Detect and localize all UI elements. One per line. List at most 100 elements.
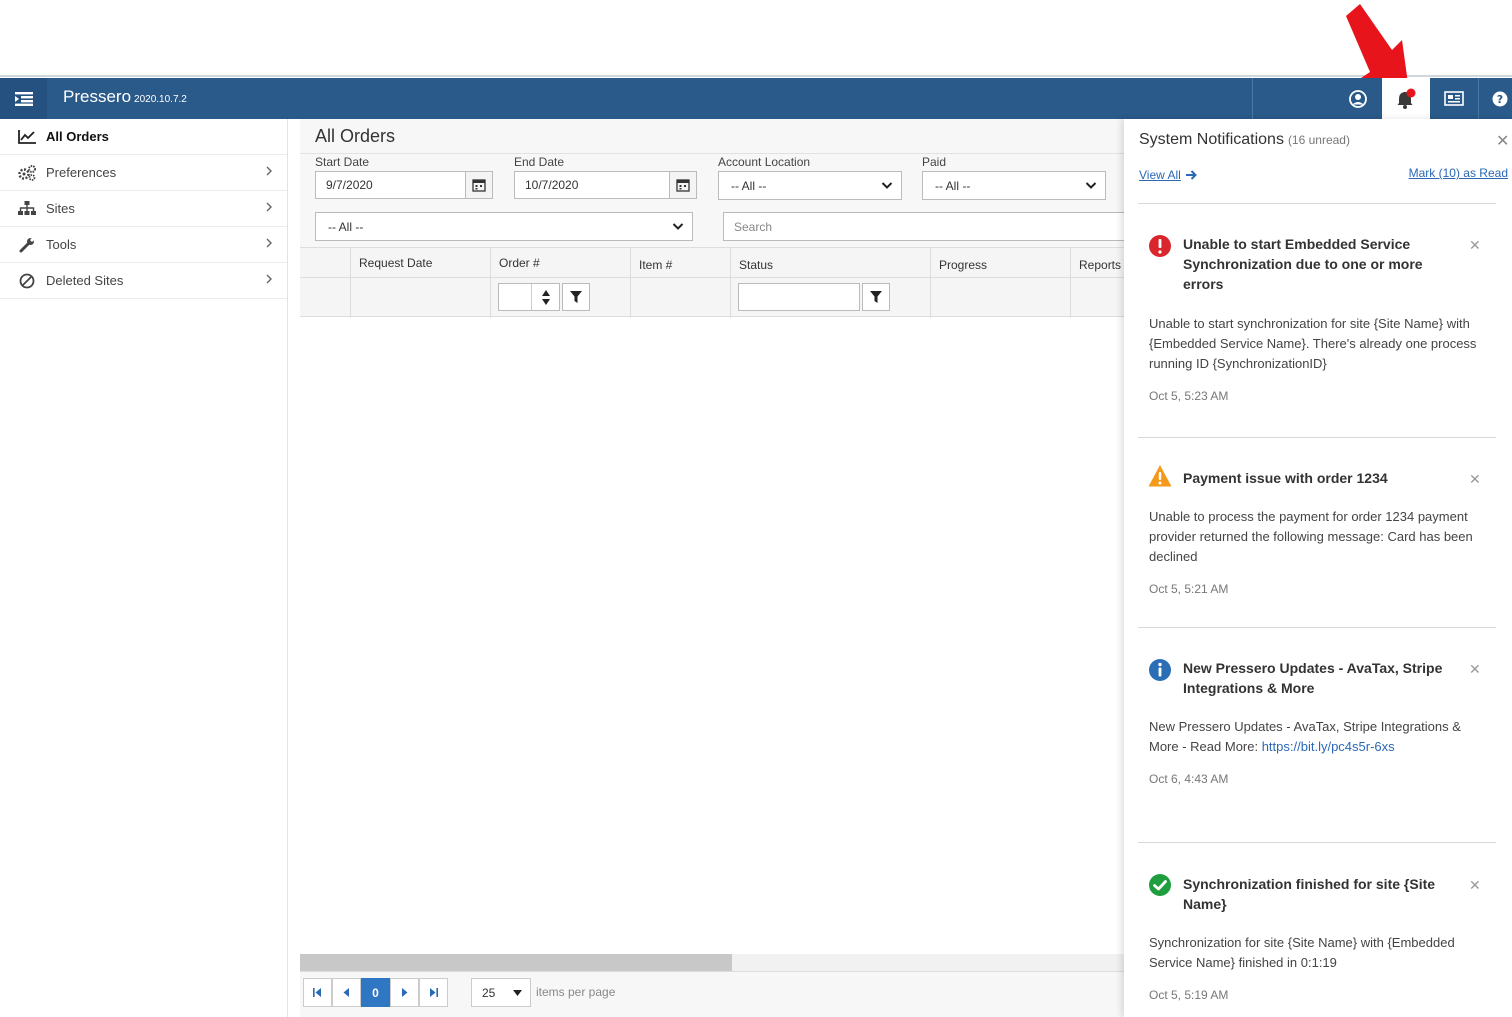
bell-icon: [1397, 88, 1416, 109]
chevron-right-icon: [266, 274, 272, 284]
notification-time: Oct 5, 5:23 AM: [1149, 389, 1229, 403]
first-page-button[interactable]: [303, 978, 332, 1007]
app-brand: Pressero 2020.10.7.2: [63, 87, 187, 107]
check-circle-icon: [1149, 874, 1171, 896]
caret-up-icon[interactable]: [541, 289, 550, 296]
sidebar: All Orders Preferences Sites Tools Delet…: [0, 119, 288, 1017]
help-button[interactable]: ?: [1488, 78, 1512, 119]
app-name: Pressero: [63, 87, 132, 106]
chevron-down-icon: [672, 223, 684, 230]
end-date-label: End Date: [514, 155, 565, 169]
column-header-label: Request Date: [359, 256, 433, 270]
start-date-input[interactable]: 9/7/2020: [315, 171, 466, 199]
chevron-right-icon: [266, 238, 272, 248]
notification-card[interactable]: Unable to start Embedded Service Synchro…: [1138, 204, 1496, 438]
svg-text:?: ?: [1497, 93, 1503, 106]
notification-time: Oct 6, 4:43 AM: [1149, 772, 1229, 786]
sidebar-item-preferences[interactable]: Preferences: [0, 155, 287, 191]
filter-icon: [870, 291, 882, 303]
notifications-button[interactable]: [1382, 78, 1430, 119]
notifications-title: System Notifications (16 unread): [1139, 131, 1350, 149]
caret-down-icon[interactable]: [541, 298, 550, 305]
column-header-label: Reports: [1079, 258, 1122, 272]
main-content: All Orders Start Date 9/7/2020 End Date …: [300, 119, 1133, 1017]
last-page-button[interactable]: [419, 978, 448, 1007]
column-header-label: Item #: [639, 258, 673, 272]
toolbar-divider: [1252, 78, 1253, 119]
column-reports[interactable]: Reports: [1070, 248, 1124, 318]
status-filter-input[interactable]: [738, 283, 860, 311]
status-filter-button[interactable]: [862, 283, 890, 311]
close-icon[interactable]: ✕: [1469, 661, 1481, 678]
read-more-link[interactable]: https://bit.ly/pc4s5r-6xs: [1262, 739, 1395, 754]
start-date-label: Start Date: [315, 155, 370, 169]
sidebar-item-label: Tools: [46, 237, 77, 252]
chevron-down-icon: [881, 182, 893, 189]
notification-card[interactable]: Synchronization finished for site {Site …: [1138, 843, 1496, 1017]
close-icon[interactable]: ✕: [1469, 877, 1481, 894]
notification-body: New Pressero Updates - AvaTax, Stripe In…: [1149, 717, 1489, 757]
toolbar-divider: [1478, 78, 1479, 119]
close-icon[interactable]: ✕: [1469, 471, 1481, 488]
scrollbar-thumb[interactable]: [300, 954, 732, 971]
column-item-number[interactable]: Item #: [630, 248, 730, 318]
number-stepper[interactable]: [531, 284, 559, 310]
order-number-filter-button[interactable]: [562, 283, 590, 311]
sidebar-item-label: Preferences: [46, 165, 117, 180]
next-page-button[interactable]: [390, 978, 419, 1007]
account-location-value: -- All --: [731, 178, 767, 193]
wrench-icon: [17, 237, 37, 253]
warning-icon: [1148, 465, 1172, 487]
sidebar-item-label: Sites: [46, 201, 75, 216]
error-icon: [1149, 235, 1171, 257]
sidebar-item-label: Deleted Sites: [46, 273, 124, 288]
sitemap-icon: [17, 201, 37, 217]
notifications-panel: System Notifications (16 unread) ✕ View A…: [1124, 119, 1512, 1017]
search-input[interactable]: Search: [723, 212, 1133, 241]
category-select[interactable]: -- All --: [315, 212, 693, 241]
menu-toggle-button[interactable]: [0, 78, 47, 119]
order-number-filter-input[interactable]: [498, 283, 560, 311]
sidebar-item-label: All Orders: [46, 129, 109, 144]
sidebar-item-all-orders[interactable]: All Orders: [0, 119, 287, 155]
news-button[interactable]: [1432, 78, 1476, 119]
previous-page-button[interactable]: [332, 978, 361, 1007]
app-version: 2020.10.7.2: [134, 94, 187, 105]
close-icon[interactable]: ✕: [1469, 237, 1481, 254]
mark-as-read-link[interactable]: Mark (10) as Read: [1409, 166, 1508, 180]
current-page-button[interactable]: 0: [361, 978, 390, 1007]
end-date-input[interactable]: 10/7/2020: [514, 171, 670, 199]
chevron-right-icon: [266, 166, 272, 176]
view-all-link[interactable]: View All: [1139, 168, 1198, 182]
notification-title: Payment issue with order 1234: [1183, 470, 1388, 486]
account-location-select[interactable]: -- All --: [718, 171, 902, 200]
column-progress[interactable]: Progress: [930, 248, 1070, 318]
close-icon[interactable]: ✕: [1496, 131, 1509, 151]
gears-icon: [17, 164, 37, 181]
arrow-right-icon: [1185, 170, 1197, 180]
paid-select[interactable]: -- All --: [922, 171, 1106, 200]
start-date-picker-button[interactable]: [465, 171, 493, 199]
pager: 0 25 items per page: [300, 971, 1124, 1017]
notification-card[interactable]: Payment issue with order 1234 ✕ Unable t…: [1138, 438, 1496, 628]
caret-down-icon: [513, 990, 522, 996]
end-date-picker-button[interactable]: [669, 171, 697, 199]
info-icon: [1149, 659, 1171, 681]
sidebar-item-sites[interactable]: Sites: [0, 191, 287, 227]
next-page-icon: [402, 988, 408, 997]
user-account-button[interactable]: [1336, 78, 1380, 119]
horizontal-scrollbar[interactable]: [300, 954, 1124, 971]
page-size-select[interactable]: 25: [471, 978, 531, 1007]
column-request-date[interactable]: Request Date: [350, 248, 490, 318]
notification-body: Unable to process the payment for order …: [1149, 509, 1473, 564]
sidebar-item-tools[interactable]: Tools: [0, 227, 287, 263]
sidebar-item-deleted-sites[interactable]: Deleted Sites: [0, 263, 287, 299]
question-circle-icon: ?: [1492, 91, 1508, 106]
top-blank-area: [0, 0, 1512, 77]
notification-card[interactable]: New Pressero Updates - AvaTax, Stripe In…: [1138, 628, 1496, 843]
view-all-label: View All: [1139, 168, 1181, 182]
account-location-label: Account Location: [718, 155, 811, 169]
calendar-icon: [472, 179, 486, 192]
notification-title: Synchronization finished for site {Site …: [1183, 876, 1436, 912]
column-header-label: Status: [739, 258, 774, 272]
